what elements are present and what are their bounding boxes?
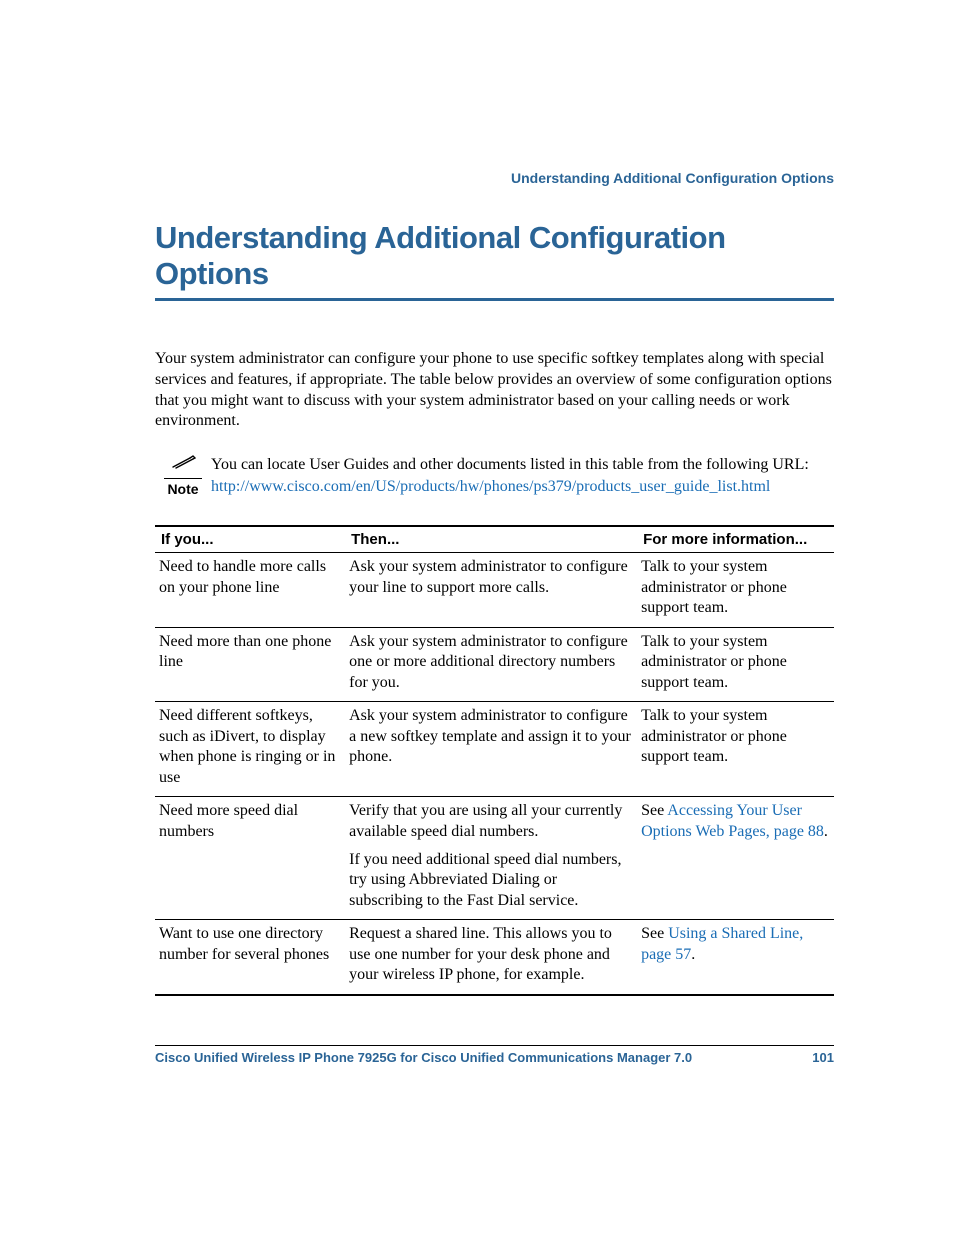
table-row: Need to handle more calls on your phone …: [155, 553, 834, 627]
more-info-cell: Talk to your system administrator or pho…: [637, 702, 834, 797]
note-gutter: Note: [155, 454, 211, 497]
table-header: For more information...: [637, 526, 834, 553]
more-info-text: See: [641, 925, 668, 942]
then-paragraph: Ask your system administrator to configu…: [349, 706, 631, 767]
then-paragraph: If you need additional speed dial number…: [349, 850, 631, 911]
more-info-text: See: [641, 802, 667, 819]
cross-reference-link[interactable]: Accessing Your User Options Web Pages, p…: [641, 802, 824, 839]
table-row: Need more than one phone lineAsk your sy…: [155, 627, 834, 701]
note-icon: [164, 454, 202, 479]
more-info-cell: See Using a Shared Line, page 57.: [637, 920, 834, 995]
page-footer: Cisco Unified Wireless IP Phone 7925G fo…: [155, 1045, 834, 1065]
then-cell: Verify that you are using all your curre…: [345, 797, 637, 920]
then-cell: Ask your system administrator to configu…: [345, 553, 637, 627]
if-cell: Need more speed dial numbers: [155, 797, 345, 920]
if-cell: Need more than one phone line: [155, 627, 345, 701]
table-row: Want to use one directory number for sev…: [155, 920, 834, 995]
note-text: You can locate User Guides and other doc…: [211, 456, 809, 473]
more-info-cell: Talk to your system administrator or pho…: [637, 553, 834, 627]
table-row: Need different softkeys, such as iDivert…: [155, 702, 834, 797]
page-title: Understanding Additional Configuration O…: [155, 220, 834, 292]
note-block: Note You can locate User Guides and othe…: [155, 454, 834, 497]
more-info-cell: See Accessing Your User Options Web Page…: [637, 797, 834, 920]
more-info-text: Talk to your system administrator or pho…: [641, 707, 787, 765]
then-cell: Ask your system administrator to configu…: [345, 702, 637, 797]
then-cell: Ask your system administrator to configu…: [345, 627, 637, 701]
more-info-text: .: [691, 946, 695, 963]
intro-paragraph: Your system administrator can configure …: [155, 349, 834, 432]
more-info-text: Talk to your system administrator or pho…: [641, 633, 787, 691]
footer-page-number: 101: [812, 1050, 834, 1065]
then-paragraph: Request a shared line. This allows you t…: [349, 924, 631, 985]
footer-title: Cisco Unified Wireless IP Phone 7925G fo…: [155, 1050, 692, 1065]
if-cell: Want to use one directory number for sev…: [155, 920, 345, 995]
document-page: Understanding Additional Configuration O…: [0, 0, 954, 1235]
if-cell: Need different softkeys, such as iDivert…: [155, 702, 345, 797]
note-label: Note: [167, 481, 198, 497]
more-info-text: .: [824, 823, 828, 840]
table-header: If you...: [155, 526, 345, 553]
more-info-cell: Talk to your system administrator or pho…: [637, 627, 834, 701]
table-row: Need more speed dial numbersVerify that …: [155, 797, 834, 920]
running-head: Understanding Additional Configuration O…: [511, 170, 834, 186]
table-header: Then...: [345, 526, 637, 553]
table-header-row: If you... Then... For more information..…: [155, 526, 834, 553]
note-url-link[interactable]: http://www.cisco.com/en/US/products/hw/p…: [211, 478, 770, 495]
heading-rule: [155, 298, 834, 301]
then-paragraph: Ask your system administrator to configu…: [349, 557, 631, 598]
then-paragraph: Ask your system administrator to configu…: [349, 632, 631, 693]
if-cell: Need to handle more calls on your phone …: [155, 553, 345, 627]
then-cell: Request a shared line. This allows you t…: [345, 920, 637, 995]
note-body: You can locate User Guides and other doc…: [211, 454, 834, 497]
then-paragraph: Verify that you are using all your curre…: [349, 801, 631, 842]
more-info-text: Talk to your system administrator or pho…: [641, 558, 787, 616]
config-options-table: If you... Then... For more information..…: [155, 525, 834, 995]
